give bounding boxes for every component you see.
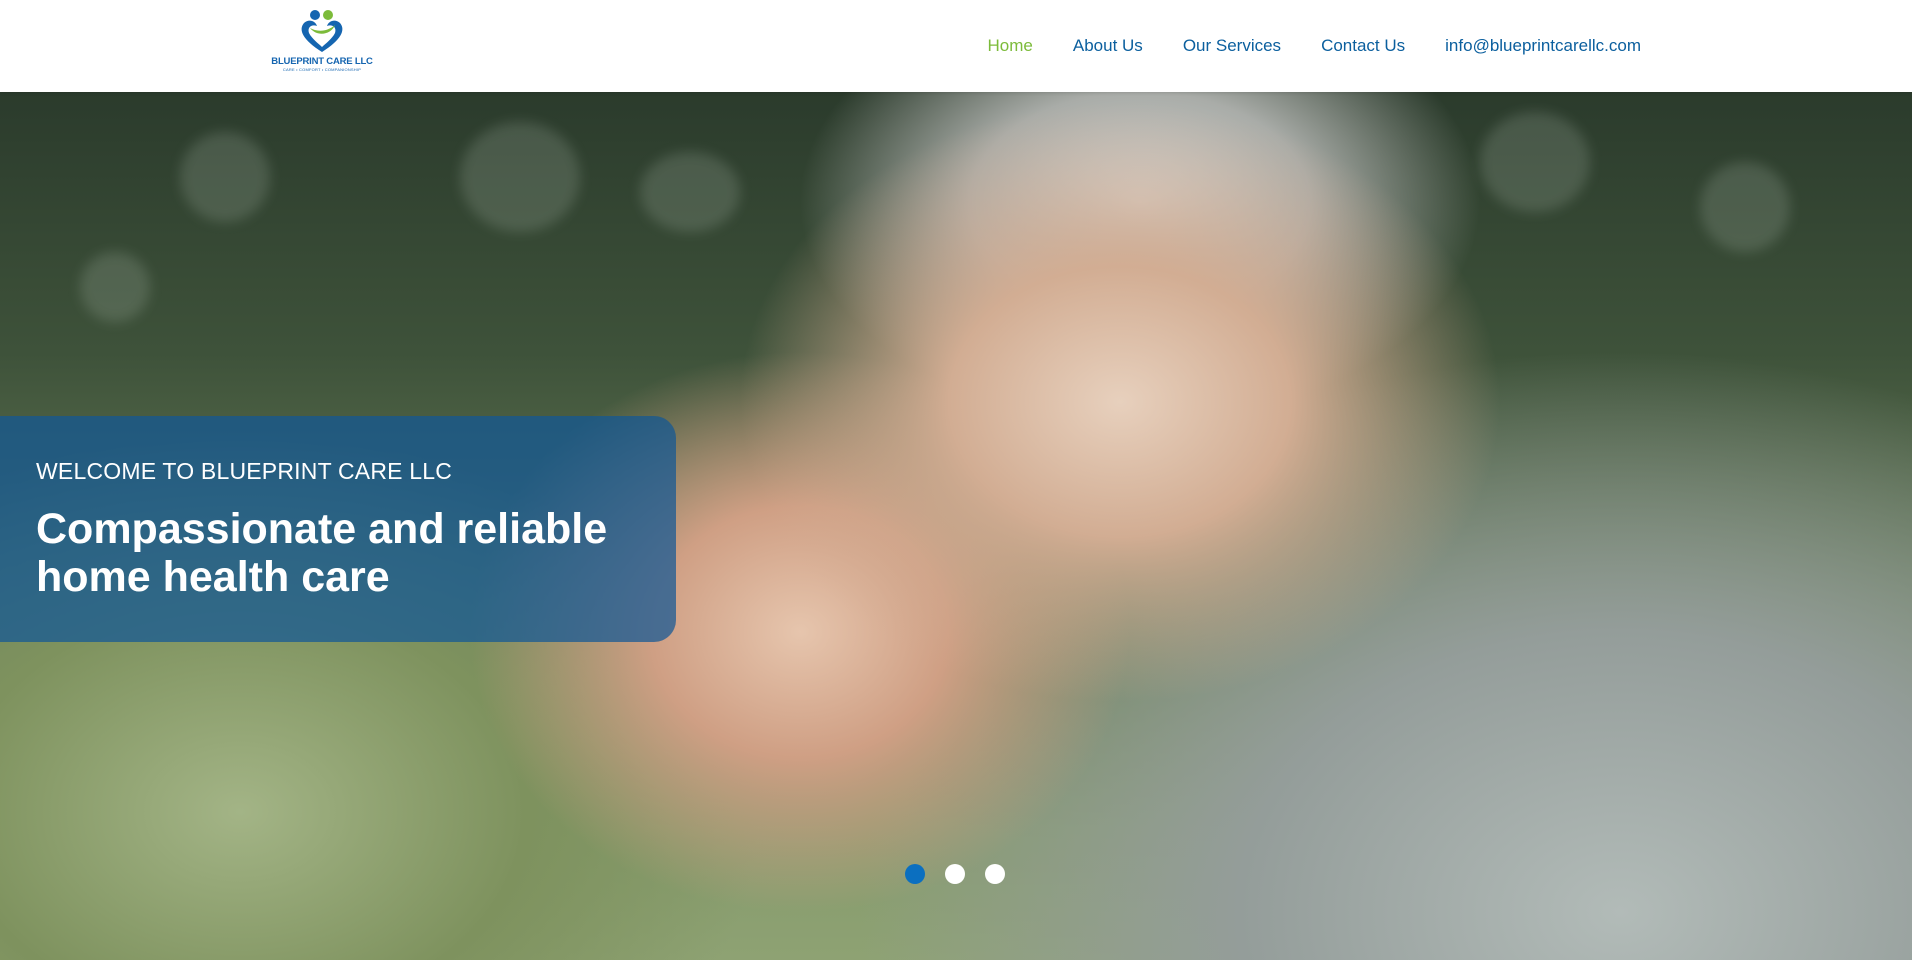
- nav-link-email[interactable]: info@blueprintcarellc.com: [1445, 36, 1641, 55]
- site-header: BLUEPRINT CARE LLC CARE • COMFORT • COMP…: [0, 0, 1912, 92]
- slider-dot-3[interactable]: [985, 864, 1005, 884]
- nav-item-email: info@blueprintcarellc.com: [1445, 36, 1641, 56]
- bokeh-light: [80, 252, 150, 322]
- slider-pagination: [905, 864, 1005, 884]
- main-nav: Home About Us Our Services Contact Us in…: [988, 0, 1641, 92]
- logo-tagline: CARE • COMFORT • COMPANIONSHIP: [282, 67, 362, 72]
- bokeh-light: [460, 122, 580, 232]
- slider-dot-2[interactable]: [945, 864, 965, 884]
- nav-item-home: Home: [988, 36, 1033, 56]
- hero-slider: WELCOME TO BLUEPRINT CARE LLC Compassion…: [0, 92, 1912, 960]
- bokeh-light: [180, 132, 270, 222]
- bokeh-light: [1480, 112, 1590, 212]
- nav-link-about[interactable]: About Us: [1073, 36, 1143, 55]
- hero-eyebrow: WELCOME TO BLUEPRINT CARE LLC: [36, 458, 453, 484]
- hero-caption-panel: WELCOME TO BLUEPRINT CARE LLC Compassion…: [0, 416, 676, 642]
- hero-headline: Compassionate and reliable home health c…: [36, 505, 608, 601]
- bokeh-light: [1700, 162, 1790, 252]
- heart-figures-icon: [301, 10, 343, 52]
- nav-item-services: Our Services: [1183, 36, 1281, 56]
- bokeh-light: [640, 152, 740, 232]
- logo-wordmark: BLUEPRINT CARE LLC: [271, 56, 373, 67]
- logo[interactable]: BLUEPRINT CARE LLC CARE • COMFORT • COMP…: [271, 8, 373, 80]
- nav-link-services[interactable]: Our Services: [1183, 36, 1281, 55]
- nav-item-contact: Contact Us: [1321, 36, 1405, 56]
- nav-item-about: About Us: [1073, 36, 1143, 56]
- nav-link-contact[interactable]: Contact Us: [1321, 36, 1405, 55]
- nav-link-home[interactable]: Home: [988, 36, 1033, 55]
- slider-dot-1[interactable]: [905, 864, 925, 884]
